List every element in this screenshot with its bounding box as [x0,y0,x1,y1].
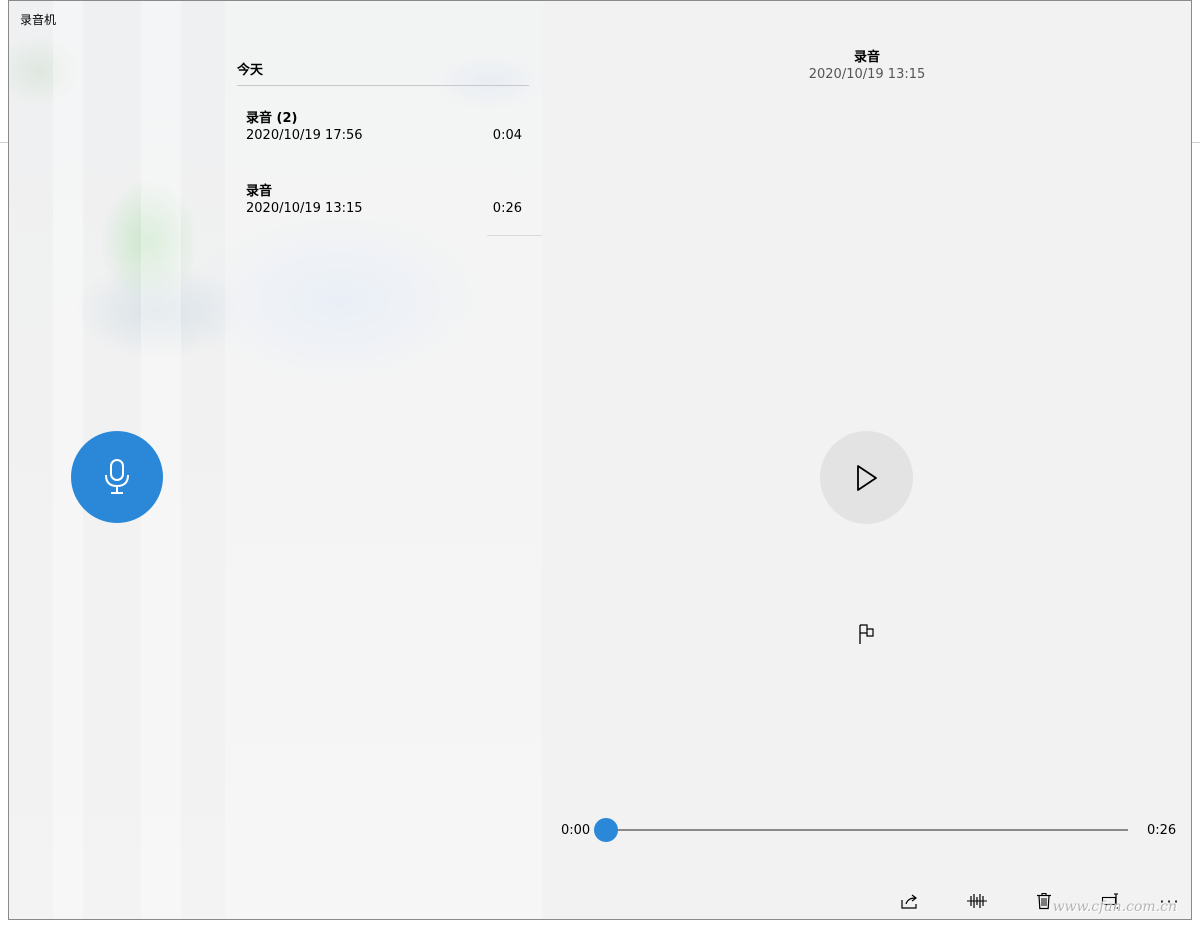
watermark: www.cfan.com.cn [1052,899,1177,915]
list-header-divider [237,85,529,86]
player-title: 录音 [853,50,880,65]
flag-icon [859,624,874,644]
share-button[interactable] [894,887,926,915]
recording-date: 2020/10/19 17:56 [246,128,363,143]
background-divider-left [0,142,8,143]
recording-name: 录音 (2) [246,111,298,126]
share-icon [901,894,917,909]
recording-name: 录音 [246,184,273,199]
player-pane: 录音 2020/10/19 13:15 0:00 0:26 ··· www.cf… [542,1,1191,919]
list-item-divider [487,235,542,236]
current-time: 0:00 [561,823,591,838]
list-group-header: 今天 [237,63,264,78]
microphone-icon [105,459,129,494]
trash-icon [1037,892,1051,910]
player-date: 2020/10/19 13:15 [808,67,926,82]
seek-slider-track[interactable] [606,829,1128,831]
seek-slider-thumb[interactable] [594,818,618,842]
background-divider-right [1192,142,1200,143]
total-time: 0:26 [1147,823,1177,838]
recording-date: 2020/10/19 13:15 [246,201,363,216]
app-title: 录音机 [20,13,57,27]
trim-button[interactable] [961,887,993,915]
voice-recorder-window: 录音机 今天 录音 (2) 2020/10/19 17:56 0:04 录音 2… [8,0,1192,920]
play-icon [856,464,877,491]
play-button[interactable] [820,431,913,524]
add-marker-button[interactable] [854,619,880,649]
recording-duration: 0:26 [492,201,522,216]
recording-list-item[interactable]: 录音 2020/10/19 13:15 0:26 [237,172,542,244]
recording-duration: 0:04 [492,128,522,143]
trim-icon [967,894,987,908]
record-button[interactable] [71,431,163,523]
recording-list-item[interactable]: 录音 (2) 2020/10/19 17:56 0:04 [237,99,542,171]
